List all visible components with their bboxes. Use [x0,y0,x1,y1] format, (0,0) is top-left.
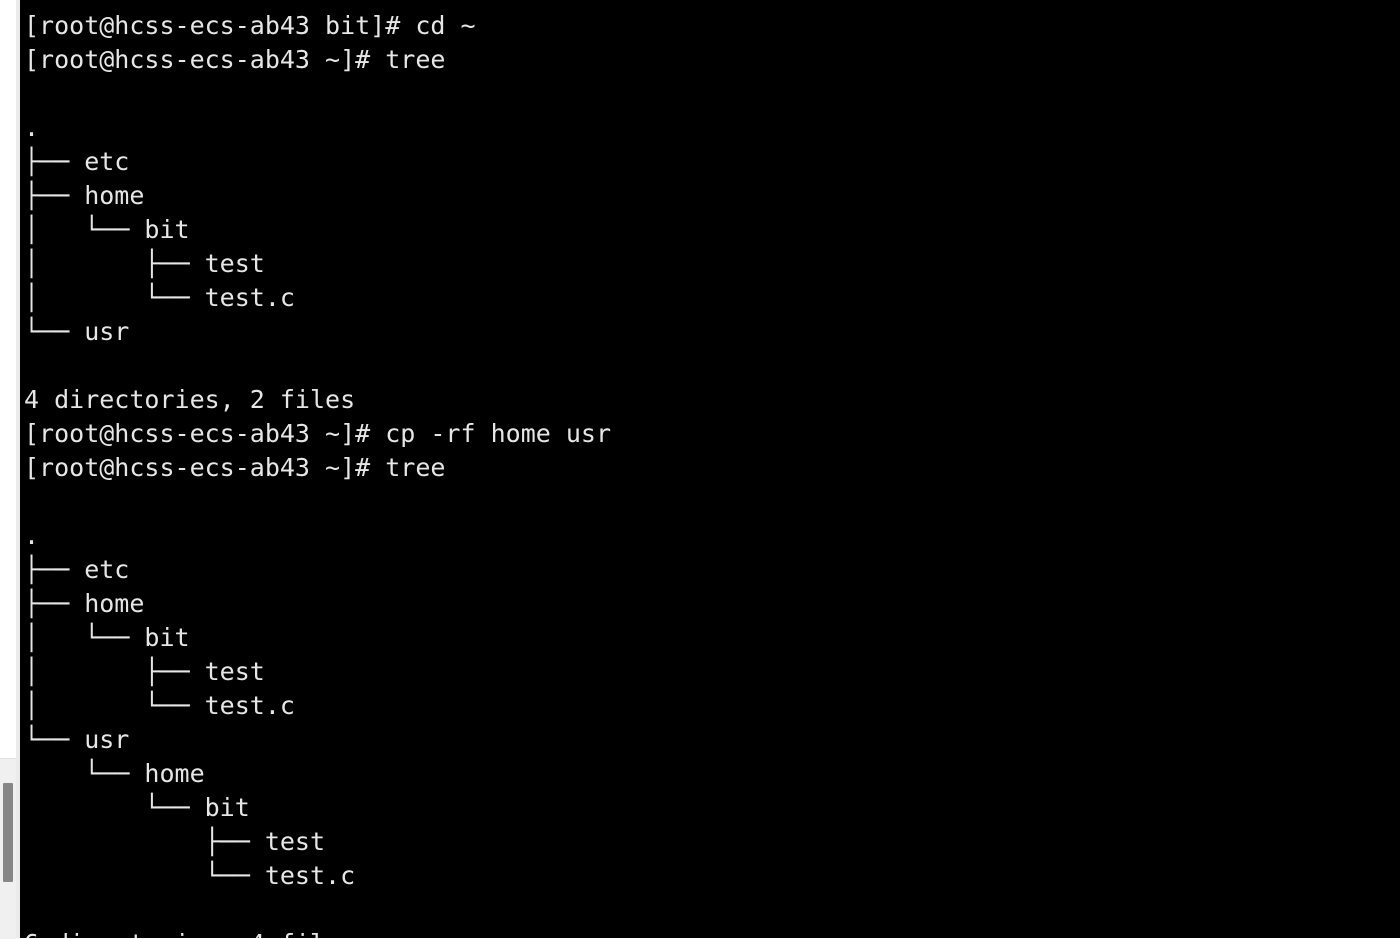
terminal-line: │ └── bit [24,215,190,244]
terminal-line: └── test.c [24,861,356,890]
terminal-line: └── bit [24,793,250,822]
vertical-scrollbar-track[interactable] [0,758,16,939]
terminal-screen: ~ [root@hcss-ecs-ab43 bit]# cd ~ [root@hcs… [20,0,1400,938]
terminal-line: │ └── test.c [24,691,295,720]
terminal-line: . [24,113,40,142]
terminal-line: [root@hcss-ecs-ab43 bit]# cd ~ [24,11,476,40]
terminal-line: │ └── test.c [24,283,295,312]
terminal-line: ├── etc [24,147,130,176]
terminal-line: 4 directories, 2 files [24,385,356,414]
terminal-line: [root@hcss-ecs-ab43 ~]# cp -rf home usr [24,419,611,448]
terminal-line: . [24,521,40,550]
terminal-line: 6 directories, 4 files [20,927,1400,938]
left-gutter [0,0,20,939]
terminal-line: │ └── bit [24,623,190,652]
terminal-line: └── usr [24,725,130,754]
terminal-line: ├── home [24,181,145,210]
terminal-output-area[interactable]: ~ [root@hcss-ecs-ab43 bit]# cd ~ [root@hcs… [20,0,1400,938]
terminal-line: ├── etc [24,555,130,584]
terminal-line: └── usr [24,317,130,346]
terminal-window: ~ [root@hcss-ecs-ab43 bit]# cd ~ [root@hcs… [0,0,1400,939]
terminal-line: [root@hcss-ecs-ab43 ~]# tree [24,453,446,482]
terminal-line: │ ├── test [24,249,265,278]
terminal-line: │ ├── test [24,657,265,686]
terminal-line: ~ [20,0,1400,9]
terminal-line: ├── test [24,827,326,856]
vertical-scrollbar-thumb[interactable] [3,783,13,882]
terminal-line: ├── home [24,589,145,618]
terminal-line: └── home [24,759,205,788]
terminal-line: [root@hcss-ecs-ab43 ~]# tree [24,45,446,74]
